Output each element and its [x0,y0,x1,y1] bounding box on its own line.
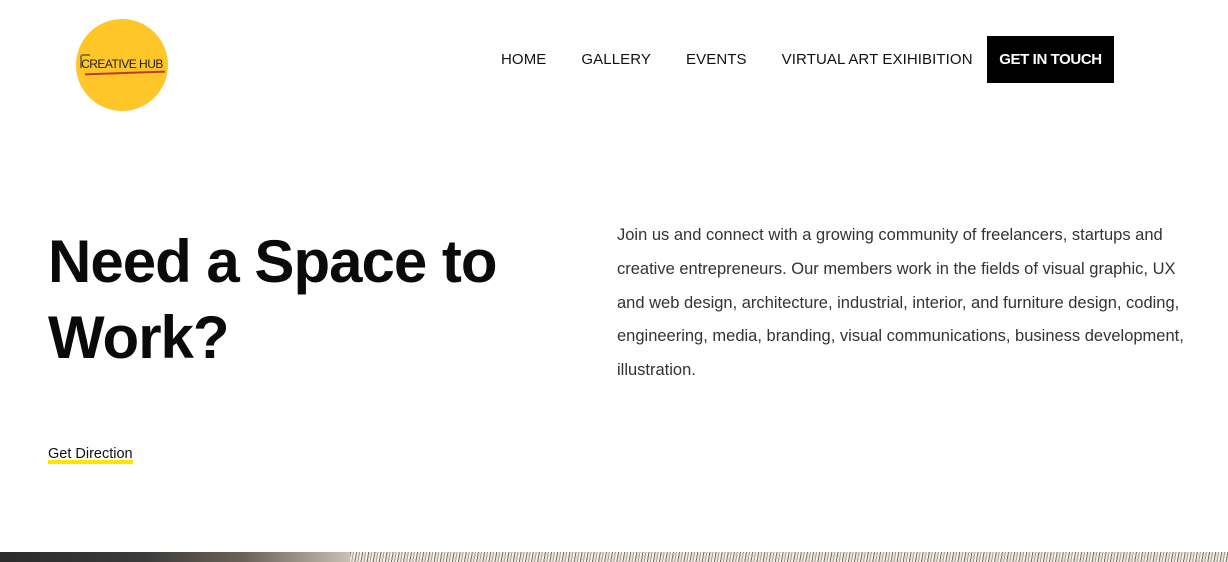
logo-text: CREATIVE HUB [81,57,163,74]
landing-page: CREATIVE HUB HOME GALLERY EVENTS VIRTUAL… [0,0,1228,562]
nav-item-home[interactable]: HOME [501,51,546,69]
nav-item-events[interactable]: EVENTS [686,51,747,69]
hero-title: Need a Space to Work? [48,224,548,376]
get-direction-link[interactable]: Get Direction [48,446,133,464]
banner-image-right [350,552,1228,562]
banner-image [0,552,1228,562]
hero-description: Join us and connect with a growing commu… [617,226,1184,380]
hero-title-line1: Need a Space to [48,228,498,295]
banner-image-left [0,552,350,562]
hero-title-line2: Work? [48,304,230,371]
nav-item-gallery[interactable]: GALLERY [581,51,651,69]
nav-item-virtual-art-exhibition[interactable]: VIRTUAL ART EXIHIBITION [782,51,973,69]
main-nav: HOME GALLERY EVENTS VIRTUAL ART EXIHIBIT… [501,51,973,69]
site-logo[interactable]: CREATIVE HUB [76,19,168,111]
get-in-touch-button[interactable]: GET IN TOUCH [987,36,1114,83]
